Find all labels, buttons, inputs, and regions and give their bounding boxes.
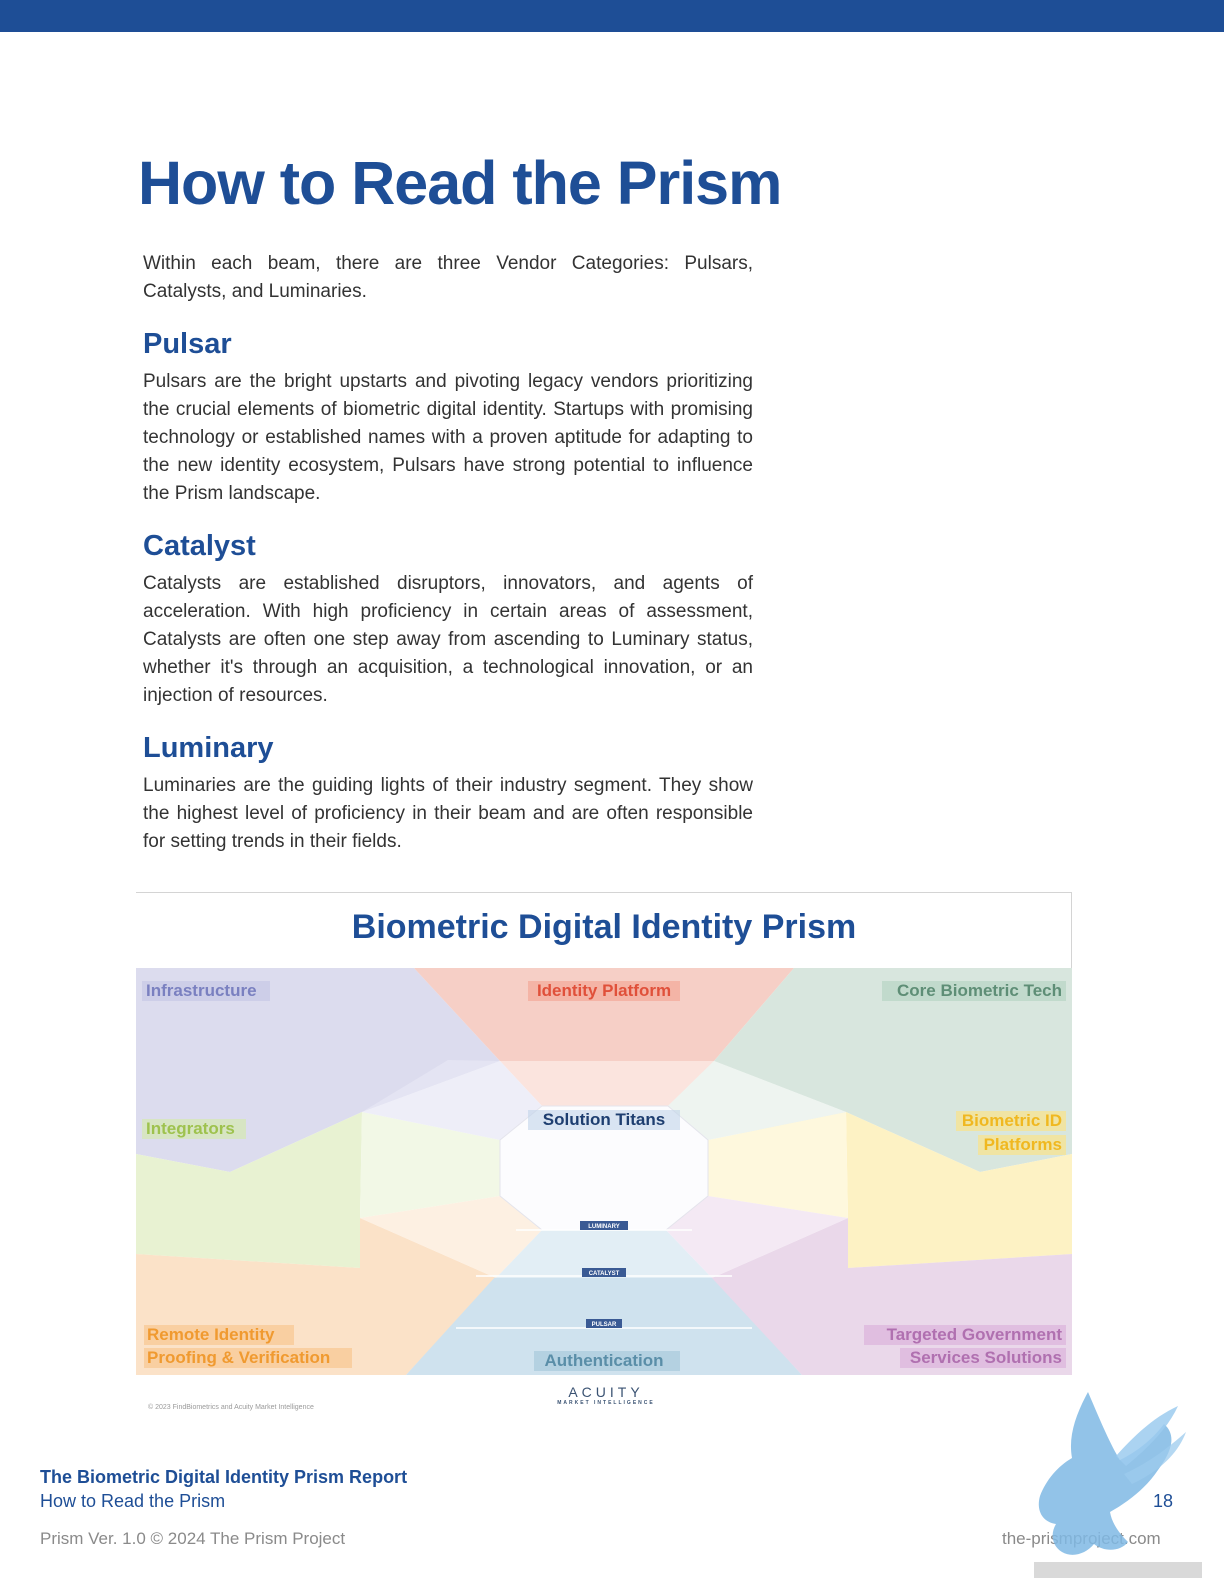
section-body-catalyst: Catalysts are established disruptors, in…: [143, 573, 753, 706]
acuity-logo-subtitle: MARKET INTELLIGENCE: [557, 1400, 655, 1406]
section-title-pulsar: Pulsar: [143, 328, 232, 360]
label-authentication: Authentication: [545, 1351, 664, 1370]
main-content: Within each beam, there are three Vendor…: [143, 250, 753, 856]
badge-luminary: LUMINARY: [588, 1224, 619, 1230]
footer-report-title: The Biometric Digital Identity Prism Rep…: [40, 1467, 408, 1487]
page-title: How to Read the Prism: [138, 149, 782, 217]
footer-version: Prism Ver. 1.0 © 2024 The Prism Project: [40, 1529, 346, 1548]
footer-section-title: How to Read the Prism: [40, 1491, 226, 1511]
prism-figure: Biometric Digital Identity Prism Infrast…: [136, 892, 1072, 1422]
figure-title: Biometric Digital Identity Prism: [351, 908, 857, 946]
label-identity-platform: Identity Platform: [537, 981, 671, 1000]
label-integrators: Integrators: [146, 1119, 235, 1138]
label-biometric-id-platforms-line1: Biometric ID: [962, 1111, 1062, 1130]
label-remote-identity-line1: Remote Identity: [147, 1325, 275, 1344]
label-biometric-id-platforms-line2: Platforms: [984, 1135, 1062, 1154]
label-remote-identity-line2: Proofing & Verification: [147, 1348, 330, 1367]
top-header-bar: [0, 0, 1224, 32]
acuity-logo-name: ACUITY: [568, 1384, 644, 1400]
label-infrastructure: Infrastructure: [146, 981, 257, 1000]
label-targeted-government-line2: Services Solutions: [910, 1348, 1062, 1367]
figure-copyright: © 2023 FindBiometrics and Acuity Market …: [148, 1404, 314, 1411]
prism-diagram: Infrastructure Identity Platform Core Bi…: [136, 968, 1072, 1376]
badge-pulsar: PULSAR: [592, 1322, 617, 1328]
acuity-logo: ACUITY MARKET INTELLIGENCE: [556, 1384, 656, 1406]
label-targeted-government-line1: Targeted Government: [887, 1325, 1063, 1344]
label-core-biometric-tech: Core Biometric Tech: [897, 981, 1062, 1000]
section-title-luminary: Luminary: [143, 732, 274, 764]
section-body-pulsar: Pulsars are the bright upstarts and pivo…: [143, 371, 753, 504]
section-body-luminary: Luminaries are the guiding lights of the…: [143, 775, 753, 852]
griffin-watermark-icon: [1034, 1392, 1202, 1578]
section-title-catalyst: Catalyst: [143, 530, 256, 562]
intro-paragraph: Within each beam, there are three Vendor…: [143, 253, 753, 302]
label-solution-titans: Solution Titans: [543, 1110, 665, 1129]
badge-catalyst: CATALYST: [589, 1271, 620, 1277]
